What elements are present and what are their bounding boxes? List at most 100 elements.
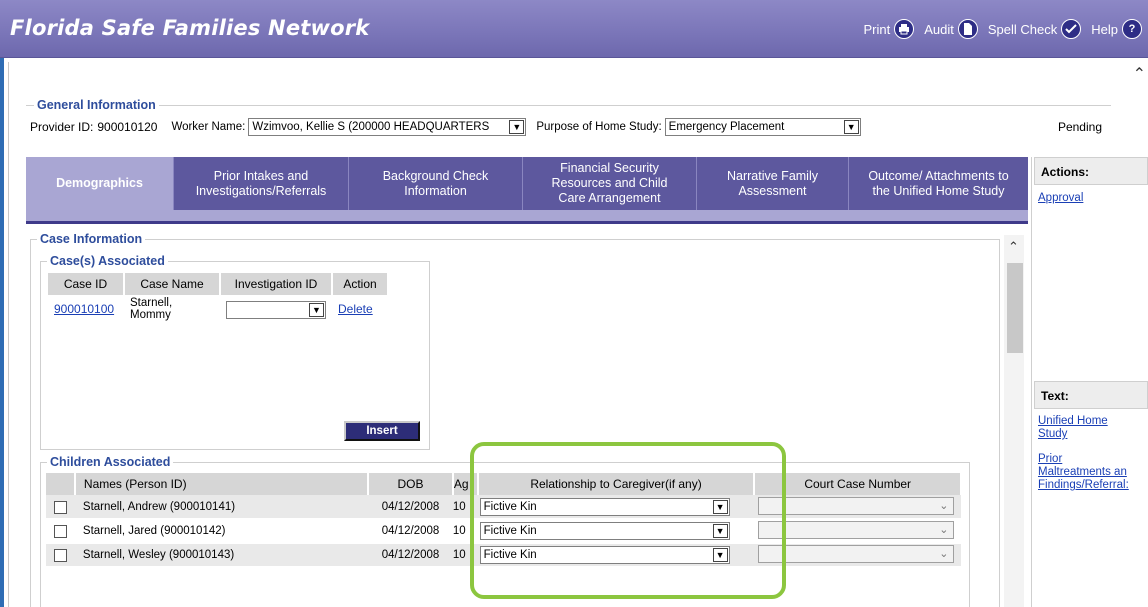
spell-check-button[interactable]: Spell Check [988,19,1082,39]
court-case-select[interactable]: ⌄ [758,521,955,539]
column-header: Case ID [48,273,125,295]
help-icon: ? [1122,19,1142,39]
document-icon [957,19,978,39]
printer-icon [894,19,915,39]
column-header: DOB [368,473,454,495]
chevron-down-icon: ▼ [712,499,728,514]
link-line: Maltreatments an [1038,466,1127,478]
worker-name-select[interactable]: Wzimvoo, Kellie S (200000 HEADQUARTERS ▼ [248,118,527,136]
scrollbar-thumb[interactable] [1007,263,1023,353]
child-name: Starnell, Wesley (900010143) [74,543,369,568]
investigation-id-select[interactable]: ▼ [226,301,326,319]
child-age: 10 [452,495,478,520]
column-header: Ag [452,473,479,495]
column-header [46,473,76,495]
tab-outcome-attachments[interactable]: Outcome/ Attachments to the Unified Home… [849,157,1028,210]
help-label: Help [1091,21,1118,37]
tab-financial-security[interactable]: Financial Security Resources and Child C… [523,157,697,210]
relationship-select[interactable]: Fictive Kin ▼ [479,522,730,540]
child-dob: 04/12/2008 [368,495,453,520]
investigation-id-cell: ▼ [220,295,332,323]
column-header: Action [332,273,389,295]
status-badge: Pending [1057,120,1102,134]
general-information-legend: General Information [37,98,156,112]
column-header: Investigation ID [220,273,333,295]
unified-home-study-link[interactable]: Unified Home Study [1038,415,1108,441]
court-case-cell: ⌄ [754,495,961,520]
case-id-link[interactable]: 900010100 [48,295,124,323]
column-header: Court Case Number [754,473,962,495]
audit-button[interactable]: Audit [924,19,978,39]
header-actions: Print Audit Spell Check Help ? [864,19,1142,39]
column-header: Names (Person ID) [74,473,370,495]
actions-header: Actions: [1034,157,1148,185]
case-name: Starnell, Mommy [130,297,173,321]
tab-bar: Demographics Prior Intakes and Investiga… [26,157,1028,210]
relationship-select[interactable]: Fictive Kin ▼ [479,497,730,516]
prior-maltreatments-link[interactable]: Prior Maltreatments an Findings/Referral… [1038,453,1129,492]
chevron-down-icon: ▼ [509,120,525,134]
audit-label: Audit [924,21,954,37]
content-scrollbar[interactable]: ⌃ [1004,235,1024,607]
chevron-down-icon: ▼ [712,524,728,538]
scroll-up-icon[interactable]: ⌃ [1008,239,1019,255]
relationship-cell: Fictive Kin ▼ [477,519,755,544]
tab-narrative-assessment[interactable]: Narrative Family Assessment [697,157,849,210]
select-checkbox[interactable] [53,500,67,514]
column-header: Case Name [124,273,221,295]
select-checkbox[interactable] [53,525,67,539]
select-checkbox[interactable] [53,549,67,563]
chevron-down-icon: ⌄ [939,524,949,536]
table-row: Starnell, Andrew (900010141) 04/12/2008 … [46,495,961,520]
spell-check-icon [1061,19,1082,39]
table-row: Starnell, Wesley (900010143) 04/12/2008 … [46,543,961,568]
text-header: Text: [1034,381,1148,409]
court-case-select[interactable]: ⌄ [758,496,955,515]
link-line: Study [1038,428,1068,440]
worker-name-label: Worker Name: [171,121,246,133]
link-line: Findings/Referral: [1038,479,1129,491]
chevron-down-icon: ▼ [843,120,859,134]
children-associated-legend: Children Associated [50,455,171,469]
relationship-value: Fictive Kin [483,549,537,561]
relationship-value: Fictive Kin [483,525,537,537]
case-information-legend: Case Information [40,232,143,246]
table-header-row: Names (Person ID) DOB Ag Relationship to… [46,473,962,495]
child-dob: 04/12/2008 [368,543,453,568]
court-case-select[interactable]: ⌄ [758,545,955,563]
delete-link[interactable]: Delete [332,295,388,323]
chevron-down-icon: ▼ [712,548,728,562]
table-row: 900010100 Starnell, Mommy ▼ Delete [48,295,388,323]
chevron-down-icon: ⌄ [939,499,949,512]
purpose-label: Purpose of Home Study: [536,121,662,133]
provider-id-label: Provider ID: [30,120,94,134]
relationship-select[interactable]: Fictive Kin ▼ [479,546,730,564]
cases-associated-legend: Case(s) Associated [50,254,165,268]
court-case-cell: ⌄ [754,519,961,544]
sidebar-divider [1031,157,1032,607]
tab-prior-intakes[interactable]: Prior Intakes and Investigations/Referra… [174,157,349,210]
child-dob: 04/12/2008 [368,519,453,544]
approval-link[interactable]: Approval [1038,192,1083,205]
worker-name-value: Wzimvoo, Kellie S (200000 HEADQUARTERS [252,121,490,133]
purpose-select[interactable]: Emergency Placement ▼ [664,118,861,136]
print-button[interactable]: Print [864,19,915,39]
frame-divider [8,62,9,607]
child-name: Starnell, Andrew (900010141) [74,495,369,520]
tab-demographics[interactable]: Demographics [26,157,174,210]
help-button[interactable]: Help ? [1091,19,1142,39]
child-age: 10 [452,519,478,544]
page-scroll-up-icon[interactable]: ⌃ [1133,64,1146,84]
link-line: Unified Home [1038,415,1108,427]
provider-id-value: 900010120 [97,120,158,134]
tab-background-check[interactable]: Background Check Information [349,157,523,210]
relationship-value: Fictive Kin [483,500,537,513]
table-row: Starnell, Jared (900010142) 04/12/2008 1… [46,519,961,544]
child-name: Starnell, Jared (900010142) [74,519,369,544]
checkbox-cell [46,543,75,568]
print-label: Print [863,21,891,37]
checkbox-cell [46,519,75,544]
tab-underline [26,210,1028,224]
insert-button[interactable]: Insert [344,421,420,441]
app-header: Florida Safe Families Network Print Audi… [0,0,1148,58]
